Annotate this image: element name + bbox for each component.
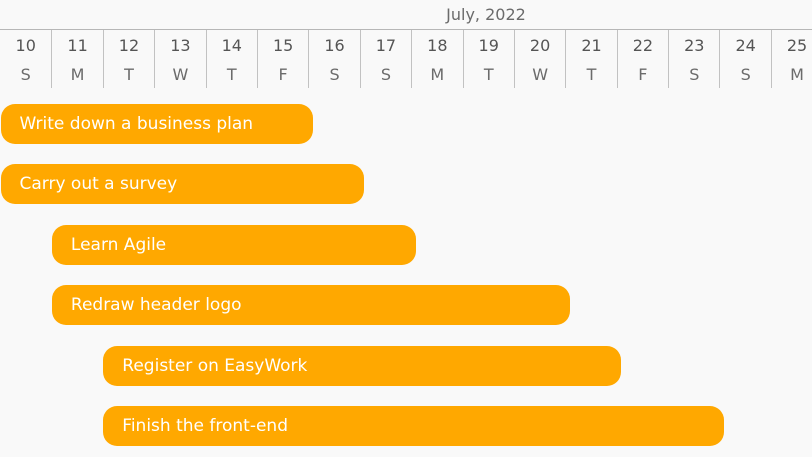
task-bar[interactable]: Finish the front-end [103,406,725,446]
day-column-header: 19 T [462,30,514,88]
day-weekday: W [172,65,189,84]
day-column-header: 25 M [770,30,812,88]
day-column-header: 12 T [102,30,154,88]
day-column-header: 22 F [616,30,668,88]
day-column-header: 10 S [0,30,51,88]
day-weekday: M [70,65,85,84]
day-number: 25 [786,36,808,55]
task-bar[interactable]: Learn Agile [51,224,416,265]
day-number: 17 [375,36,397,55]
day-number: 14 [221,36,242,55]
day-column-header: 17 S [359,30,411,88]
task-bar[interactable]: Redraw header logo [51,285,570,326]
day-column-header: 18 M [411,30,462,88]
task-bar[interactable]: Carry out a survey [0,164,365,205]
day-weekday: S [380,65,391,84]
day-weekday: T [226,65,237,84]
day-column-header: 14 T [205,30,257,88]
day-column-header: 24 S [719,30,770,88]
day-column-header: 13 W [154,30,205,88]
task-bar[interactable]: Write down a business plan [0,104,313,144]
day-number: 21 [581,36,602,55]
day-column-header: 21 T [565,30,616,88]
day-header-row: 10 S 11 M 12 T 13 W 14 T 15 F 16 S 17 S 18 M 19 T 20 W 21 T 22 F 2… [0,30,812,88]
day-weekday: T [483,65,494,84]
task-bar[interactable]: Register on EasyWork [103,345,622,386]
day-column-header: 20 W [513,30,565,88]
day-weekday: T [124,65,134,84]
day-number: 20 [529,36,551,55]
day-weekday: M [430,65,445,84]
day-weekday: T [586,65,597,84]
day-weekday: W [532,65,549,84]
day-number: 16 [324,36,345,55]
day-weekday: S [740,65,751,84]
day-column-header: 16 S [308,30,359,88]
day-number: 15 [272,36,294,55]
day-number: 12 [118,36,140,55]
month-header: July, 2022 [0,0,812,30]
day-number: 19 [478,36,499,55]
day-weekday: F [278,65,288,84]
gantt-chart: July, 2022 10 S 11 M 12 T 13 W 14 T 15 F 16 S 17 S 18 M 19… [0,0,812,457]
day-number: 24 [735,36,756,55]
day-weekday: S [689,65,700,84]
day-weekday: M [790,65,804,84]
day-weekday: F [638,65,648,84]
day-column-header: 11 M [51,30,102,88]
day-number: 23 [684,36,705,55]
day-number: 11 [67,36,88,55]
day-number: 13 [170,36,191,55]
day-number: 22 [632,36,654,55]
day-weekday: S [329,65,340,84]
day-weekday: S [20,65,31,84]
day-number: 18 [427,36,448,55]
day-number: 10 [15,36,36,55]
day-column-header: 23 S [668,30,719,88]
day-column-header: 15 F [256,30,308,88]
